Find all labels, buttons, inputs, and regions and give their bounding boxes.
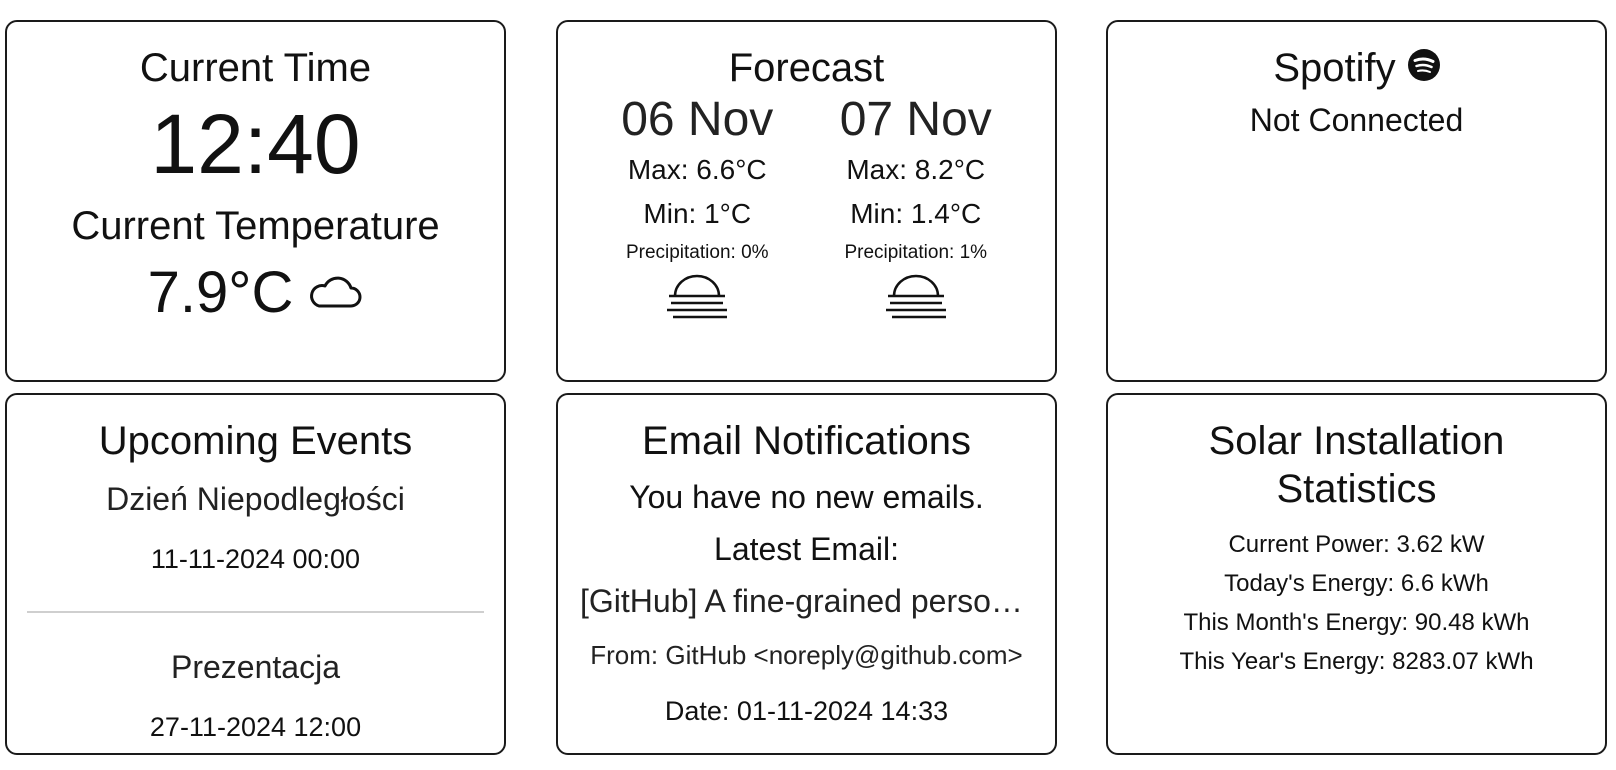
forecast-max: Max: 8.2°C [846, 154, 986, 185]
email-status: You have no new emails. [629, 479, 984, 515]
event-date: 11-11-2024 00:00 [150, 544, 361, 574]
email-notifications-card: Email Notifications You have no new emai… [556, 393, 1057, 755]
latest-email-label: Latest Email: [714, 531, 899, 567]
forecast-date: 06 Nov [621, 93, 774, 146]
forecast-precipitation: Precipitation: 0% [625, 242, 769, 263]
forecast-title: Forecast [728, 46, 885, 90]
event-divider [27, 611, 484, 613]
spotify-title-row: Spotify [1108, 44, 1605, 92]
forecast-min: Min: 1°C [643, 198, 752, 229]
solar-statistics-list: Current Power: 3.62 kW Today's Energy: 6… [1108, 525, 1605, 681]
spotify-card: Spotify Not Connected [1106, 20, 1607, 382]
event-name: Prezentacja [171, 649, 340, 685]
event-name: Dzień Niepodległości [106, 481, 405, 517]
solar-today-energy: Today's Energy: 6.6 kWh [1224, 570, 1489, 597]
solar-statistics-card: Solar Installation Statistics Current Po… [1106, 393, 1607, 755]
fog-icon [597, 274, 797, 325]
forecast-precipitation: Precipitation: 1% [844, 242, 988, 263]
forecast-day: 07 Nov Max: 8.2°C Min: 1.4°C Precipitati… [816, 92, 1016, 325]
current-temperature-row: 7.9°C [7, 258, 504, 328]
spotify-title: Spotify [1273, 46, 1396, 90]
cloud-icon [307, 258, 363, 328]
solar-year-energy: This Year's Energy: 8283.07 kWh [1179, 648, 1534, 675]
solar-statistics-title: Solar Installation Statistics [1208, 419, 1505, 511]
latest-email-from: From: GitHub <noreply@github.com> [590, 640, 1023, 670]
forecast-max: Max: 6.6°C [627, 154, 767, 185]
upcoming-events-card: Upcoming Events Dzień Niepodległości 11-… [5, 393, 506, 755]
spotify-status: Not Connected [1249, 102, 1464, 138]
fog-icon [816, 274, 1016, 325]
spotify-icon [1407, 44, 1440, 92]
email-notifications-title: Email Notifications [641, 419, 971, 463]
solar-month-energy: This Month's Energy: 90.48 kWh [1183, 609, 1530, 636]
current-time-card: Current Time 12:40 Current Temperature 7… [5, 20, 506, 382]
forecast-date: 07 Nov [839, 93, 992, 146]
latest-email-subject: [GitHub] A fine-grained personal access … [580, 583, 1055, 619]
forecast-min: Min: 1.4°C [850, 198, 982, 229]
forecast-days: 06 Nov Max: 6.6°C Min: 1°C Precipitation… [558, 92, 1055, 325]
current-time-title: Current Time [139, 46, 372, 90]
event-date: 27-11-2024 12:00 [149, 712, 362, 742]
solar-current-power: Current Power: 3.62 kW [1228, 531, 1485, 558]
forecast-day: 06 Nov Max: 6.6°C Min: 1°C Precipitation… [597, 92, 797, 325]
clock-time: 12:40 [150, 97, 361, 191]
forecast-card: Forecast 06 Nov Max: 6.6°C Min: 1°C Prec… [556, 20, 1057, 382]
upcoming-events-title: Upcoming Events [98, 419, 413, 463]
latest-email-date: Date: 01-11-2024 14:33 [664, 696, 949, 726]
current-temperature-title: Current Temperature [71, 204, 440, 248]
current-temperature-value: 7.9°C [147, 260, 294, 325]
